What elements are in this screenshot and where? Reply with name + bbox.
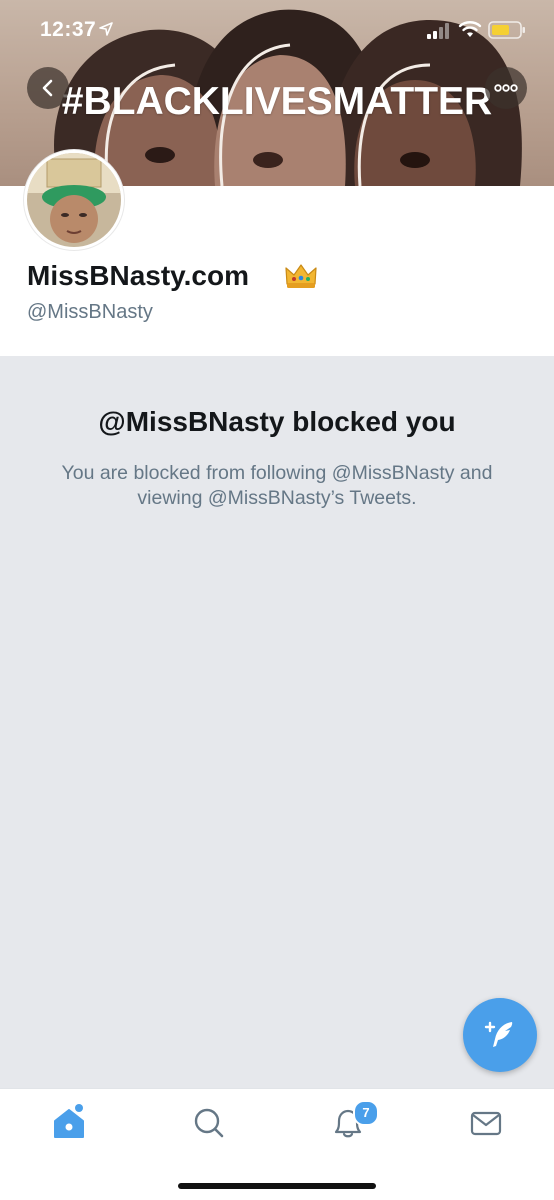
avatar-image [27, 153, 121, 247]
search-icon [194, 1108, 224, 1138]
blocked-message: You are blocked from following @MissBNas… [61, 462, 493, 509]
battery-icon [488, 21, 525, 39]
profile-handle: @MissBNasty [27, 301, 153, 323]
tab-search[interactable] [189, 1103, 229, 1143]
home-indicator[interactable] [178, 1183, 376, 1189]
banner-hashtag-text: #BLACKLIVESMATTER [61, 80, 493, 123]
tab-messages[interactable] [466, 1103, 506, 1143]
status-time: 12:37 [40, 18, 97, 41]
signal-icon [427, 23, 449, 39]
location-arrow-icon [99, 22, 113, 36]
notifications-badge: 7 [353, 1100, 379, 1126]
compose-tweet-button[interactable] [463, 998, 537, 1072]
home-icon [54, 1104, 84, 1138]
blocked-title: @MissBNasty blocked you [98, 406, 456, 437]
profile-screen: #BLACKLIVESMATTER 12:37 MissBNasty.com @… [0, 0, 554, 1200]
status-bar: 12:37 [0, 0, 554, 60]
crown-icon [285, 264, 317, 288]
wifi-icon [458, 21, 482, 37]
more-horizontal-icon [494, 84, 518, 92]
tab-home[interactable] [50, 1103, 90, 1143]
more-options-button[interactable] [485, 67, 527, 109]
avatar[interactable] [24, 150, 124, 250]
back-button[interactable] [27, 67, 69, 109]
envelope-icon [470, 1111, 502, 1136]
profile-name: MissBNasty.com [27, 260, 250, 291]
chevron-left-icon [42, 79, 53, 97]
compose-tweet-icon [484, 1021, 513, 1047]
